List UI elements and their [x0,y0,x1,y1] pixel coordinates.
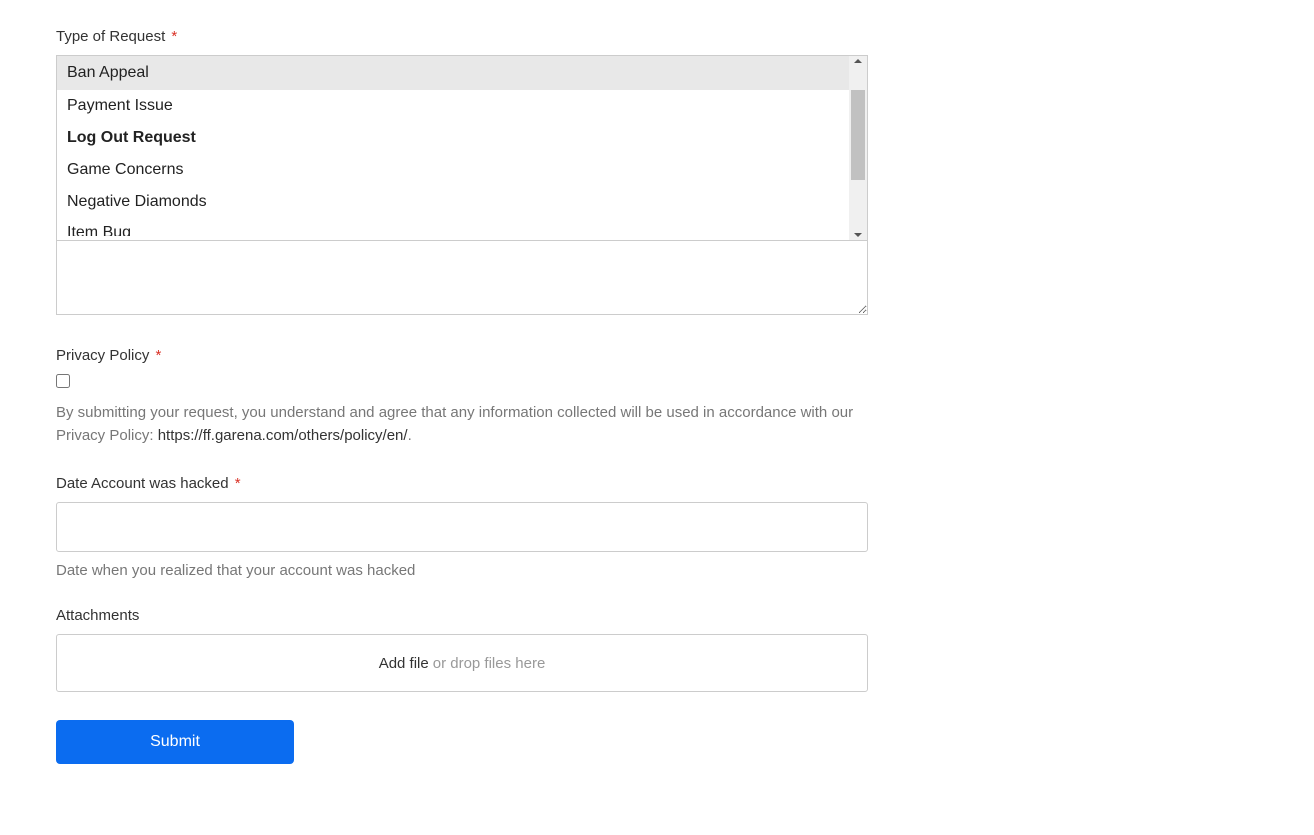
type-of-request-label-text: Type of Request [56,28,165,45]
scroll-down-control[interactable] [849,230,867,240]
privacy-policy-checkbox[interactable] [56,374,70,388]
select-arrows[interactable] [849,56,867,90]
select-selected-value: Ban Appeal [57,56,159,90]
attachments-group: Attachments Add file or drop files here [56,607,868,692]
add-file-text: Add file [379,655,429,672]
date-hacked-help: Date when you realized that your account… [56,562,868,579]
date-hacked-input[interactable] [56,502,868,552]
type-of-request-group: Type of Request * Ban Appeal Payment Iss… [56,28,868,319]
support-request-form: Type of Request * Ban Appeal Payment Iss… [56,28,868,764]
privacy-policy-label: Privacy Policy * [56,347,868,364]
date-hacked-group: Date Account was hacked * Date when you … [56,475,868,579]
select-options-body: Payment Issue Log Out Request Game Conce… [57,90,867,240]
submit-button[interactable]: Submit [56,720,294,764]
select-scrollbar-thumb[interactable] [851,90,865,180]
type-of-request-select[interactable]: Ban Appeal Payment Issue Log Out Request… [56,55,868,241]
option-payment-issue[interactable]: Payment Issue [57,90,849,122]
required-asterisk: * [156,347,162,364]
select-header[interactable]: Ban Appeal [57,56,867,90]
required-asterisk: * [235,475,241,492]
option-negative-diamonds[interactable]: Negative Diamonds [57,186,849,218]
attachments-label: Attachments [56,607,868,624]
privacy-policy-help: By submitting your request, you understa… [56,402,868,447]
date-hacked-label-text: Date Account was hacked [56,475,229,492]
privacy-help-suffix: . [408,427,412,444]
request-description-textarea[interactable] [56,241,868,315]
date-hacked-label: Date Account was hacked * [56,475,868,492]
option-item-bug[interactable]: Item Bug [57,218,849,236]
attachments-dropzone[interactable]: Add file or drop files here [56,634,868,692]
privacy-policy-group: Privacy Policy * By submitting your requ… [56,347,868,447]
option-log-out-request[interactable]: Log Out Request [57,122,849,154]
drop-files-text: or drop files here [433,655,546,672]
chevron-up-icon[interactable] [854,59,862,63]
required-asterisk: * [171,28,177,45]
options-list: Payment Issue Log Out Request Game Conce… [57,90,849,240]
privacy-policy-link[interactable]: https://ff.garena.com/others/policy/en/ [158,427,408,444]
option-game-concerns[interactable]: Game Concerns [57,154,849,186]
type-of-request-label: Type of Request * [56,28,868,45]
select-scrollbar-track[interactable] [849,90,867,240]
chevron-down-icon[interactable] [854,233,862,237]
privacy-policy-label-text: Privacy Policy [56,347,149,364]
